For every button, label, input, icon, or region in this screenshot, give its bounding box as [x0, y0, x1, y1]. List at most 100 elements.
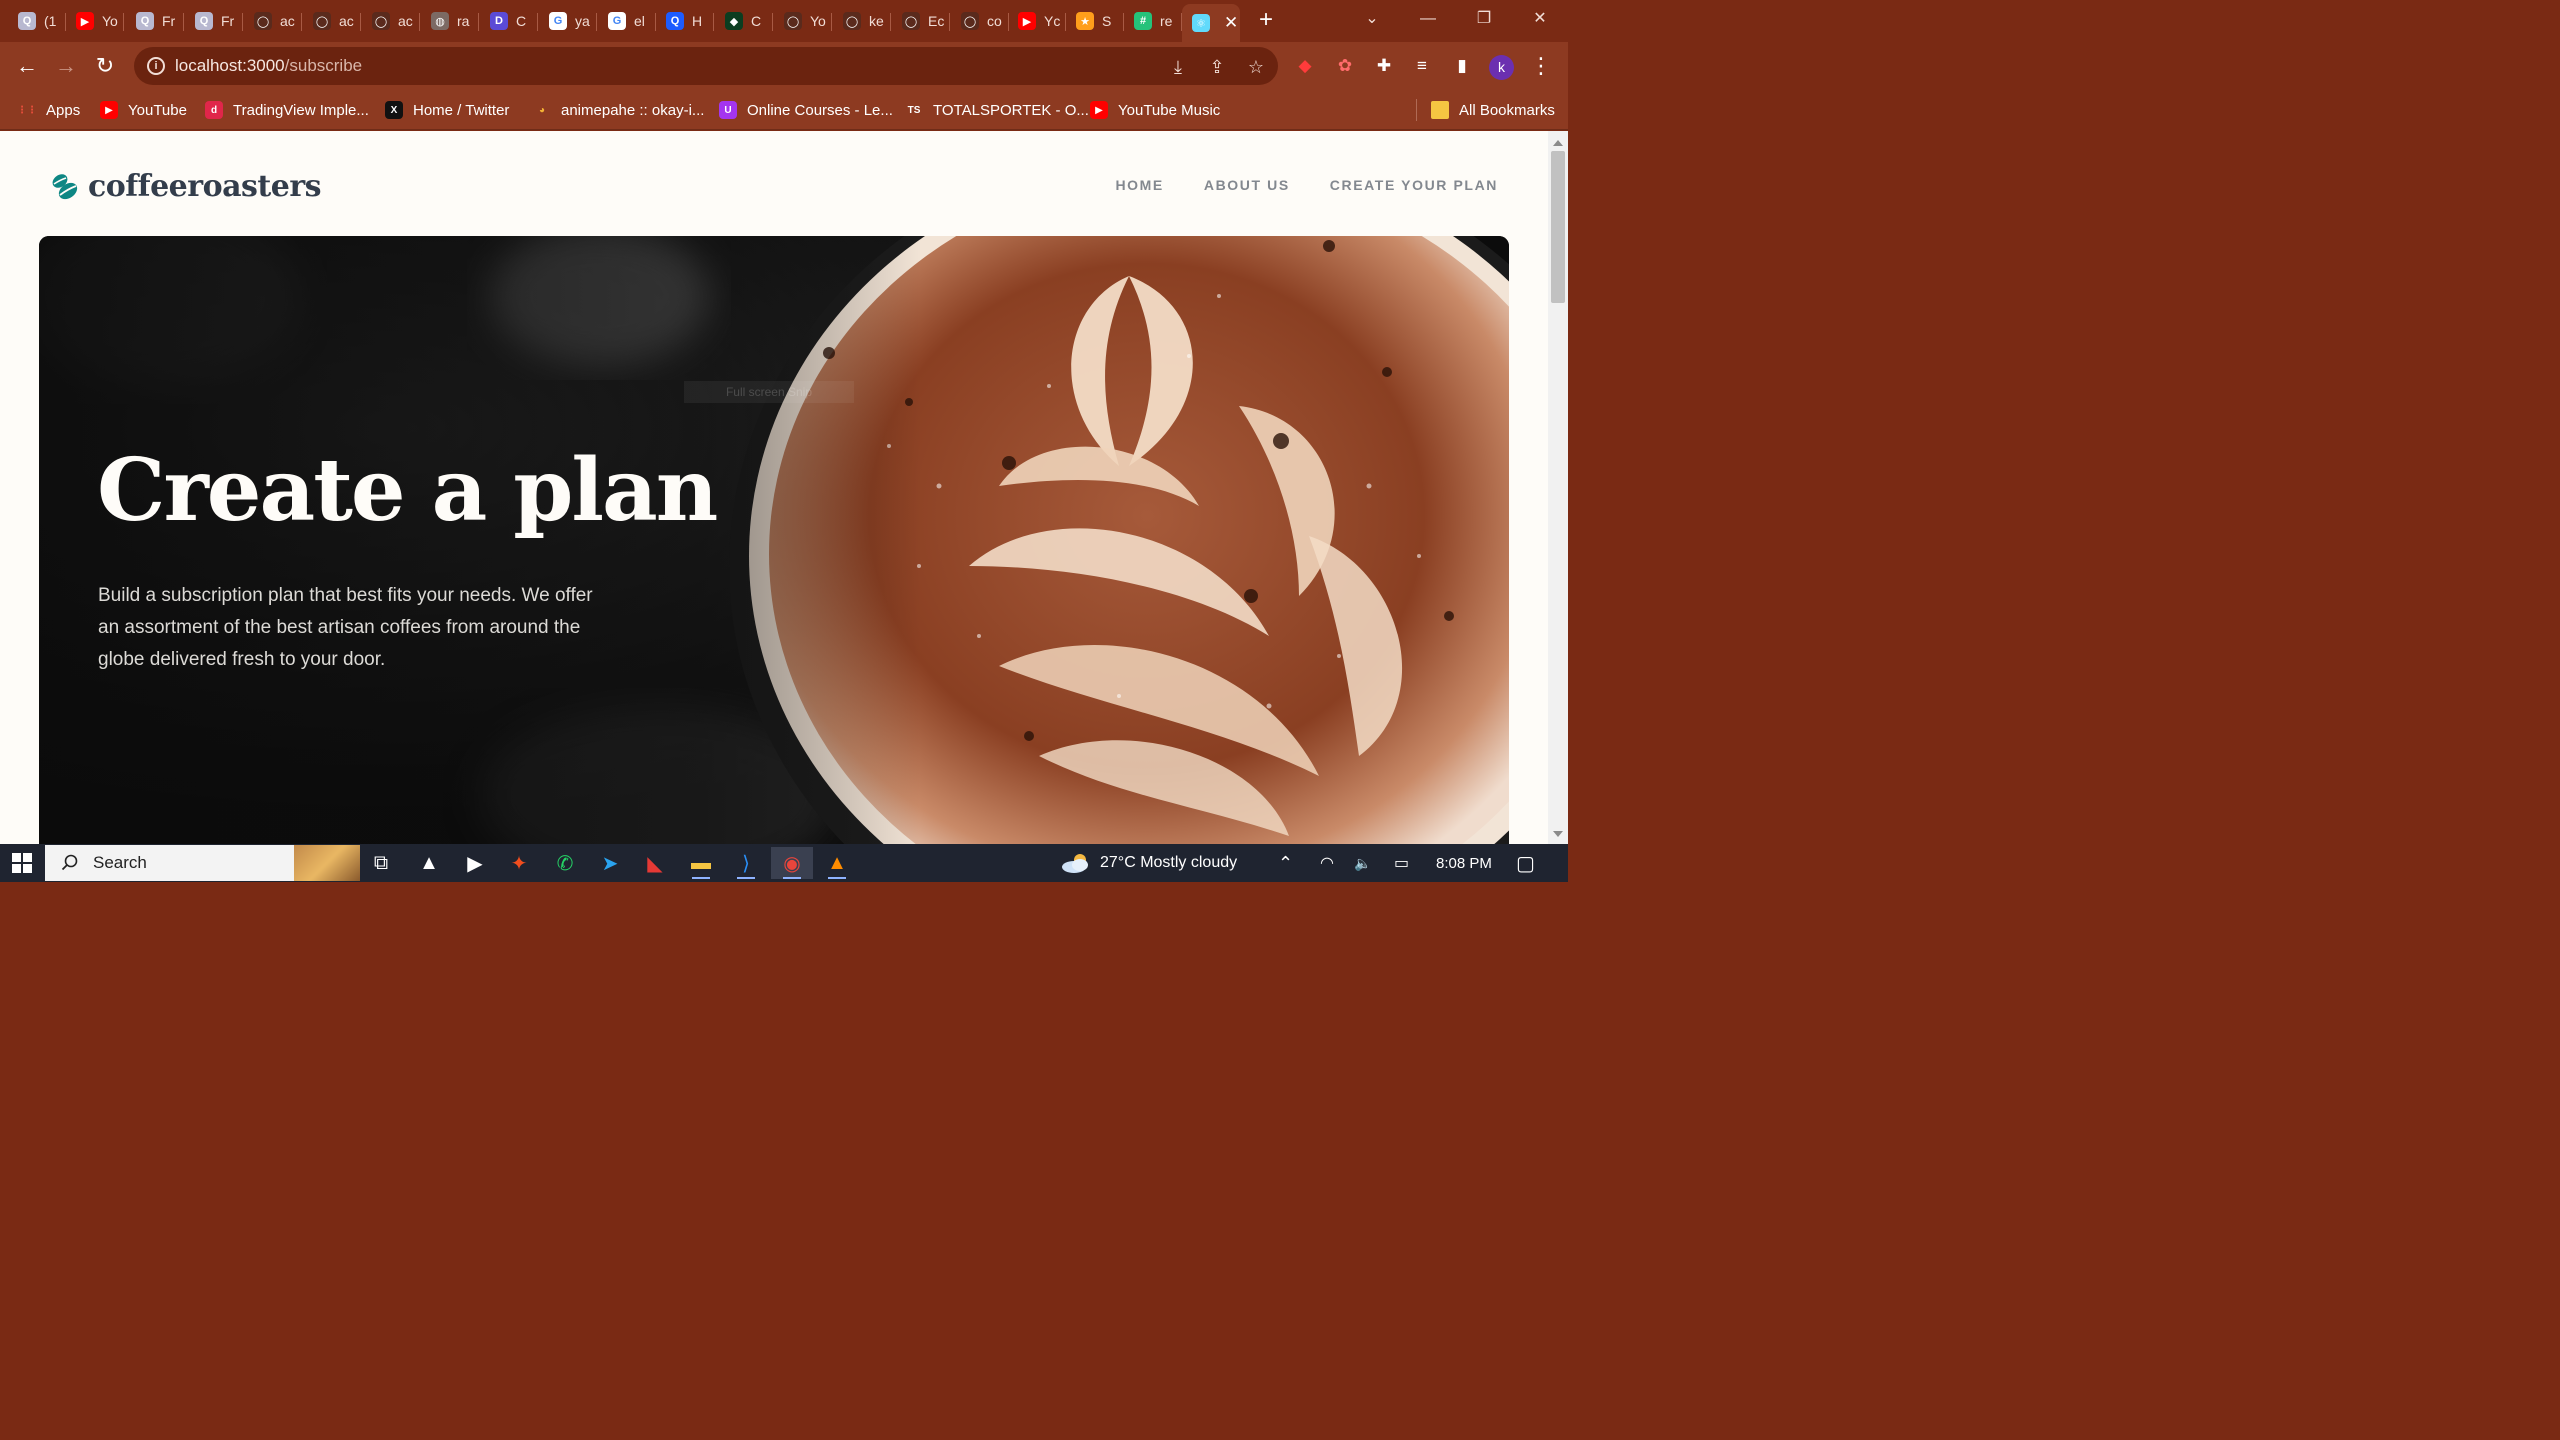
tab-title: Yo — [810, 13, 826, 29]
site-info-icon[interactable]: i — [147, 57, 165, 75]
weather-text: 27°C Mostly cloudy — [1100, 854, 1238, 871]
reload-button[interactable]: ↻ — [91, 52, 119, 80]
browser-toolbar: ← → ↻ i localhost:3000/subscribe ⤓ ⇪ ☆ ◆… — [0, 42, 1568, 90]
running-indicator — [692, 877, 710, 879]
bookmarks-divider — [1416, 99, 1417, 121]
globe-icon: ◍ — [431, 12, 449, 30]
taskbar-app[interactable]: ▲ — [816, 847, 858, 879]
tab-title: re — [1160, 13, 1173, 29]
browser-tab[interactable]: Gya — [539, 4, 597, 38]
bookmark-item[interactable]: U Online Courses - Le... — [719, 99, 893, 121]
taskbar-app[interactable]: ✦ — [498, 847, 540, 879]
taskbar-app[interactable]: ◉ — [771, 847, 813, 879]
tab-title: ra — [457, 13, 470, 29]
profile-avatar[interactable]: k — [1489, 55, 1514, 80]
bookmark-item[interactable]: ▶ YouTube — [100, 99, 187, 121]
battery-icon[interactable]: ▭ — [1394, 844, 1409, 882]
browser-tab[interactable]: ◯ ac — [362, 4, 420, 38]
hero-description: Build a subscription plan that best fits… — [98, 585, 593, 670]
url-text[interactable]: localhost:3000/subscribe — [175, 56, 362, 76]
browser-menu-icon[interactable]: ⋮ — [1530, 55, 1552, 77]
browser-tab[interactable]: ◯ ke — [833, 4, 891, 38]
wifi-icon[interactable]: ◠ — [1320, 844, 1334, 882]
start-button[interactable] — [0, 844, 44, 882]
forward-button[interactable]: → — [52, 52, 80, 80]
scroll-down-arrow-icon[interactable] — [1553, 831, 1563, 837]
site-nav: HOME ABOUT US CREATE YOUR PLAN — [1115, 177, 1498, 193]
taskbar-app[interactable]: ✆ — [544, 847, 586, 879]
tray-overflow-chevron-icon[interactable]: ⌃ — [1278, 844, 1293, 882]
share-icon[interactable]: ⇪ — [1206, 56, 1228, 78]
extension-red-icon[interactable]: ◆ — [1294, 55, 1316, 77]
browser-tab[interactable]: Q (1 — [8, 4, 66, 38]
web-page: coffeeroasters HOME ABOUT US CREATE YOUR… — [0, 131, 1548, 844]
taskbar-app[interactable]: ⟩ — [725, 847, 767, 879]
new-tab-button[interactable]: + — [1252, 6, 1280, 34]
browser-tab[interactable]: ◍ ra — [421, 4, 479, 38]
taskbar-app[interactable]: ◣ — [634, 847, 676, 879]
all-bookmarks-button[interactable]: All Bookmarks — [1431, 99, 1555, 121]
scroll-up-arrow-icon[interactable] — [1553, 140, 1563, 146]
tab-divider — [183, 13, 184, 31]
taskbar-app[interactable]: ▬ — [680, 847, 722, 879]
page-scrollbar[interactable] — [1548, 131, 1568, 844]
minimize-button[interactable]: — — [1408, 6, 1448, 32]
browser-tab[interactable]: Q Fr — [126, 4, 184, 38]
browser-tab[interactable]: QH — [656, 4, 714, 38]
bookmark-item[interactable]: X Home / Twitter — [385, 99, 509, 121]
nav-about-link[interactable]: ABOUT US — [1204, 177, 1290, 193]
browser-tab[interactable]: ◯ Yo — [774, 4, 832, 38]
vscode-icon: ⟩ — [742, 852, 750, 875]
maximize-button[interactable]: ❐ — [1464, 6, 1504, 32]
extensions-puzzle-icon[interactable]: ✚ — [1373, 55, 1395, 77]
close-window-button[interactable]: ✕ — [1520, 6, 1560, 32]
tab-divider — [713, 13, 714, 31]
bookmark-star-icon[interactable]: ☆ — [1245, 56, 1267, 78]
search-tab-icon: Q — [18, 12, 36, 30]
browser-tab[interactable]: ▶ Yc — [1008, 4, 1066, 38]
bookmark-item[interactable]: ◕ animepahe :: okay-i... — [533, 99, 704, 121]
nav-home-link[interactable]: HOME — [1115, 177, 1163, 193]
taskbar-app[interactable]: ▶ — [454, 847, 496, 879]
address-bar[interactable]: i localhost:3000/subscribe ⤓ ⇪ ☆ — [134, 47, 1278, 85]
chrome-icon: ◉ — [783, 852, 801, 875]
bookmark-item[interactable]: ⋮⋮ Apps — [17, 99, 80, 121]
browser-tab[interactable]: Q Fr — [185, 4, 243, 38]
nav-create-plan-link[interactable]: CREATE YOUR PLAN — [1330, 177, 1498, 193]
tab-divider — [419, 13, 420, 31]
reading-list-icon[interactable]: ≡ — [1411, 55, 1433, 77]
bookmark-item[interactable]: ▶ YouTube Music — [1090, 99, 1220, 121]
browser-tab[interactable]: # re — [1124, 4, 1182, 38]
install-app-icon[interactable]: ⤓ — [1167, 56, 1189, 78]
browser-tab[interactable]: ◯ co — [951, 4, 1009, 38]
browser-tab[interactable]: ⚛ ✕ — [1182, 4, 1240, 42]
extension-flower-icon[interactable]: ✿ — [1334, 55, 1356, 77]
taskbar-search-box[interactable]: Search — [45, 845, 360, 881]
browser-tab[interactable]: DC — [480, 4, 538, 38]
notification-center-icon[interactable]: ▢ — [1516, 844, 1535, 882]
close-tab-icon[interactable]: ✕ — [1224, 13, 1238, 33]
tab-search-button[interactable]: ⌄ — [1352, 6, 1392, 32]
browser-tab[interactable]: ◯ ac — [244, 4, 302, 38]
taskbar-app[interactable]: ➤ — [589, 847, 631, 879]
browser-tab[interactable]: ◯ ac — [303, 4, 361, 38]
side-panel-icon[interactable]: ▮ — [1451, 55, 1473, 77]
github-icon: ◯ — [372, 12, 390, 30]
bookmark-item[interactable]: TS TOTALSPORTEK - O... — [905, 99, 1089, 121]
back-button[interactable]: ← — [13, 52, 41, 80]
tab-title: ac — [280, 13, 295, 29]
site-logo[interactable]: coffeeroasters — [50, 169, 322, 204]
bookmark-item[interactable]: d TradingView Imple... — [205, 99, 369, 121]
weather-widget[interactable]: 27°C Mostly cloudy — [1060, 844, 1237, 882]
youtube-icon: ▶ — [100, 101, 118, 119]
scrollbar-thumb[interactable] — [1551, 151, 1565, 303]
taskbar-app[interactable]: ⧉ — [360, 847, 402, 879]
taskbar-app[interactable]: ▲ — [408, 847, 450, 879]
browser-tab[interactable]: ◯ Ec — [892, 4, 950, 38]
volume-icon[interactable]: 🔈 — [1354, 844, 1371, 882]
browser-tab[interactable]: ★ S — [1066, 4, 1124, 38]
browser-tab[interactable]: Gel — [598, 4, 656, 38]
browser-tab[interactable]: ◆ C — [715, 4, 773, 38]
clock[interactable]: 8:08 PM — [1436, 844, 1492, 882]
browser-tab[interactable]: ▶ Yo — [66, 4, 124, 38]
